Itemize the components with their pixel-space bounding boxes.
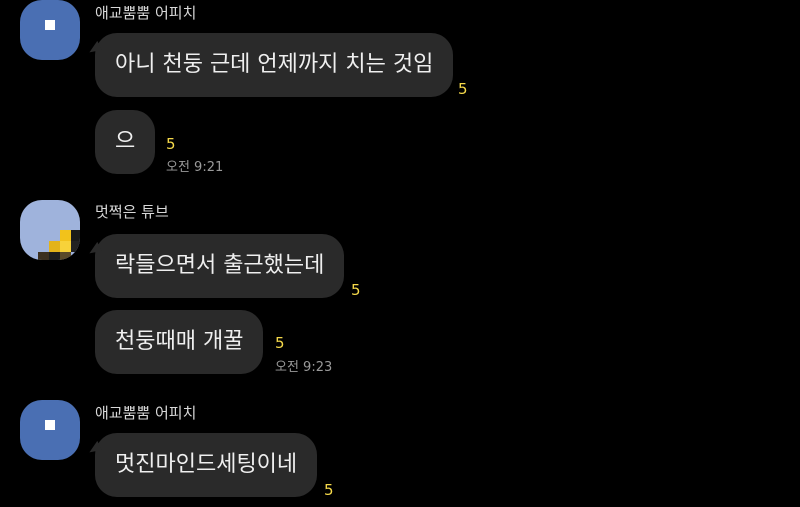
sender-name: 애교뿜뿜 어피치 — [95, 4, 197, 22]
profile-avatar-tube[interactable] — [20, 200, 80, 260]
sender-name: 멋쩍은 튜브 — [95, 203, 169, 221]
message-text: 멋진마인드세팅이네 — [115, 452, 298, 477]
message-bubble[interactable]: 아니 천둥 근데 언제까지 치는 것임 — [95, 33, 454, 97]
message-bubble[interactable]: 락들으면서 출근했는데 — [95, 234, 345, 298]
sender-name: 애교뿜뿜 어피치 — [95, 404, 197, 422]
unread-count: 5 — [166, 135, 176, 153]
message-text: 으 — [115, 129, 136, 154]
peach-profile-icon — [45, 20, 55, 30]
message-bubble[interactable]: 멋진마인드세팅이네 — [95, 433, 318, 497]
profile-avatar-apeach[interactable] — [20, 0, 80, 60]
message-text: 아니 천둥 근데 언제까지 치는 것임 — [115, 52, 434, 77]
profile-avatar-apeach[interactable] — [20, 400, 80, 460]
message-bubble[interactable]: 천둥때매 개꿀 — [95, 310, 264, 374]
unread-count: 5 — [324, 481, 334, 499]
message-text: 천둥때매 개꿀 — [115, 329, 244, 354]
message-time: 오전 9:23 — [275, 360, 333, 375]
unread-count: 5 — [351, 281, 361, 299]
unread-count: 5 — [275, 334, 285, 352]
message-time: 오전 9:21 — [166, 160, 224, 175]
peach-profile-icon — [45, 420, 55, 430]
message-text: 락들으면서 출근했는데 — [115, 253, 325, 278]
message-bubble[interactable]: 으 — [95, 110, 156, 174]
unread-count: 5 — [458, 80, 468, 98]
